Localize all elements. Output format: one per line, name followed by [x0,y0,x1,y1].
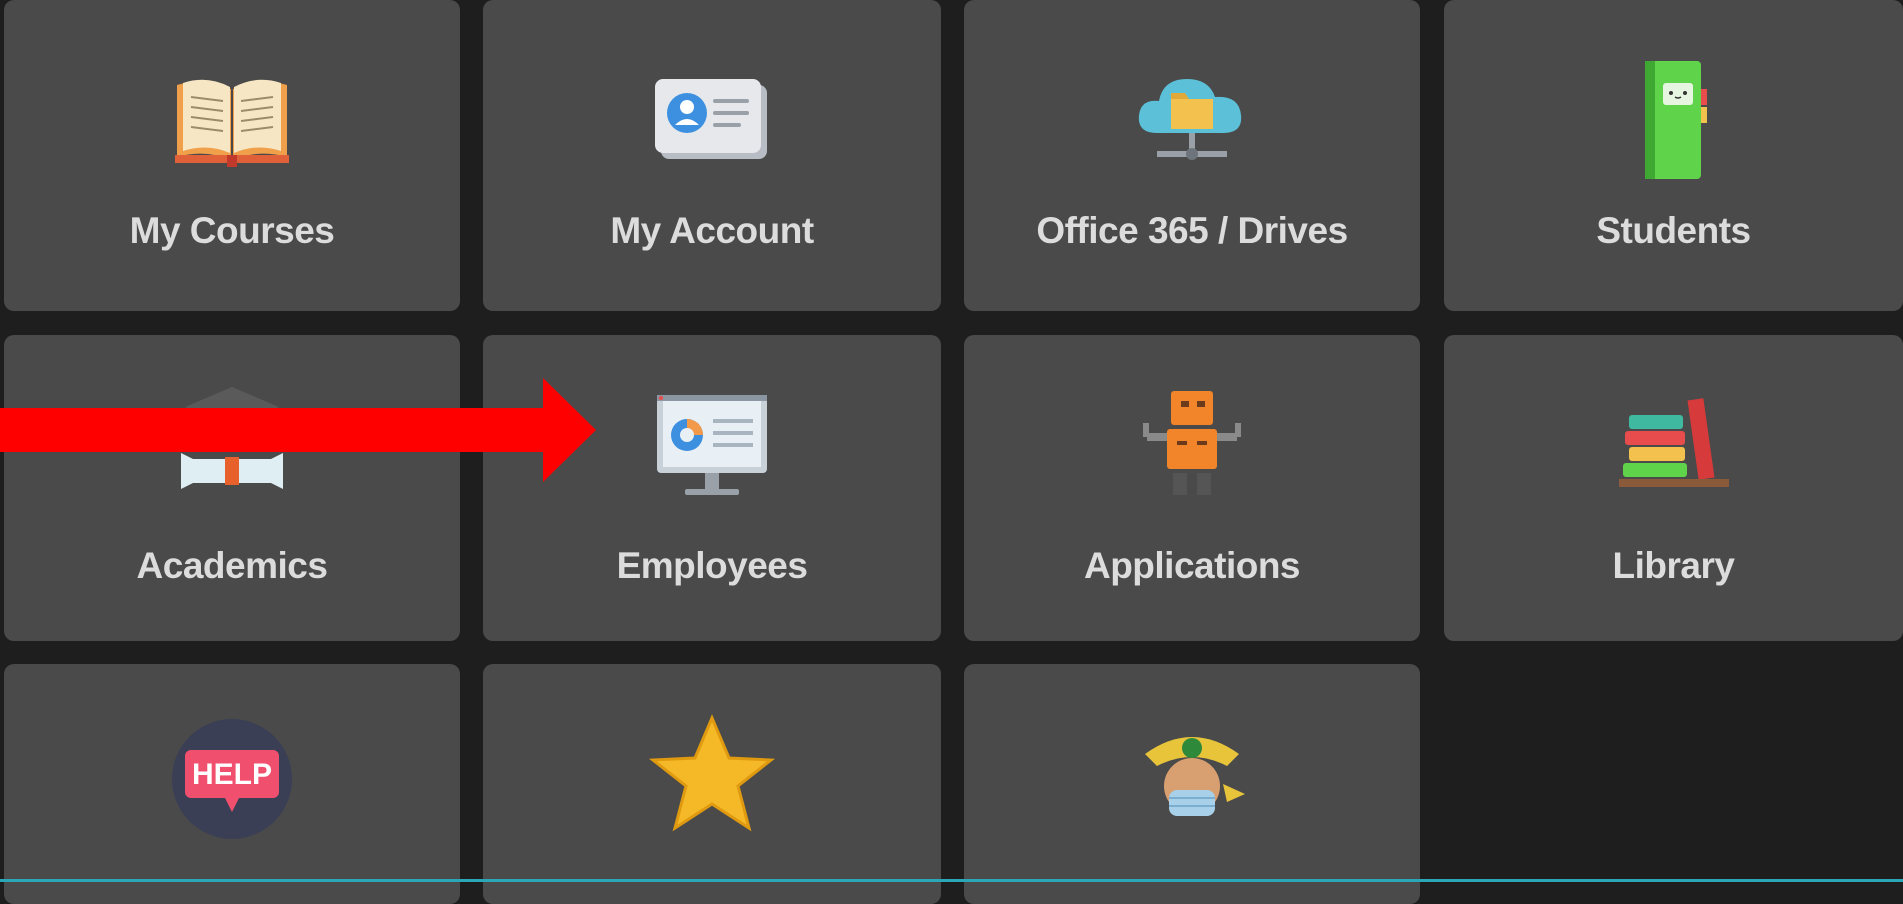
tile-label: Employees [616,545,808,586]
tile-office-365-drives[interactable]: Office 365 / Drives [964,0,1420,311]
id-card-icon [647,55,777,185]
graduation-cap-icon [167,385,297,515]
tile-students[interactable]: Students [1444,0,1903,311]
tile-label: Library [1612,545,1735,586]
tile-label: Office 365 / Drives [1036,210,1348,251]
help-icon-text: HELP [192,758,272,791]
tile-applications[interactable]: Applications [964,335,1420,641]
cloud-folder-icon [1127,55,1257,185]
tile-label: My Account [610,210,814,251]
monitor-chart-icon [647,385,777,515]
books-icon [1609,385,1739,515]
star-icon [647,714,777,844]
tile-my-courses[interactable]: My Courses [4,0,460,311]
tile-my-account[interactable]: My Account [483,0,941,311]
tile-academics[interactable]: Academics [4,335,460,641]
tile-help[interactable]: HELP [4,664,460,904]
tile-mascot[interactable] [964,664,1420,904]
tile-label: Applications [1083,545,1301,586]
mascot-mask-icon [1127,714,1257,844]
tile-label: Academics [136,545,328,586]
tile-label: My Courses [129,210,335,251]
tile-star[interactable] [483,664,941,904]
help-bubble-icon: HELP [167,714,297,844]
notebook-icon [1609,55,1739,185]
open-book-icon [167,55,297,185]
tile-employees[interactable]: Employees [483,335,941,641]
tile-library[interactable]: Library [1444,335,1903,641]
tile-label: Students [1596,210,1751,251]
robot-icon [1127,385,1257,515]
